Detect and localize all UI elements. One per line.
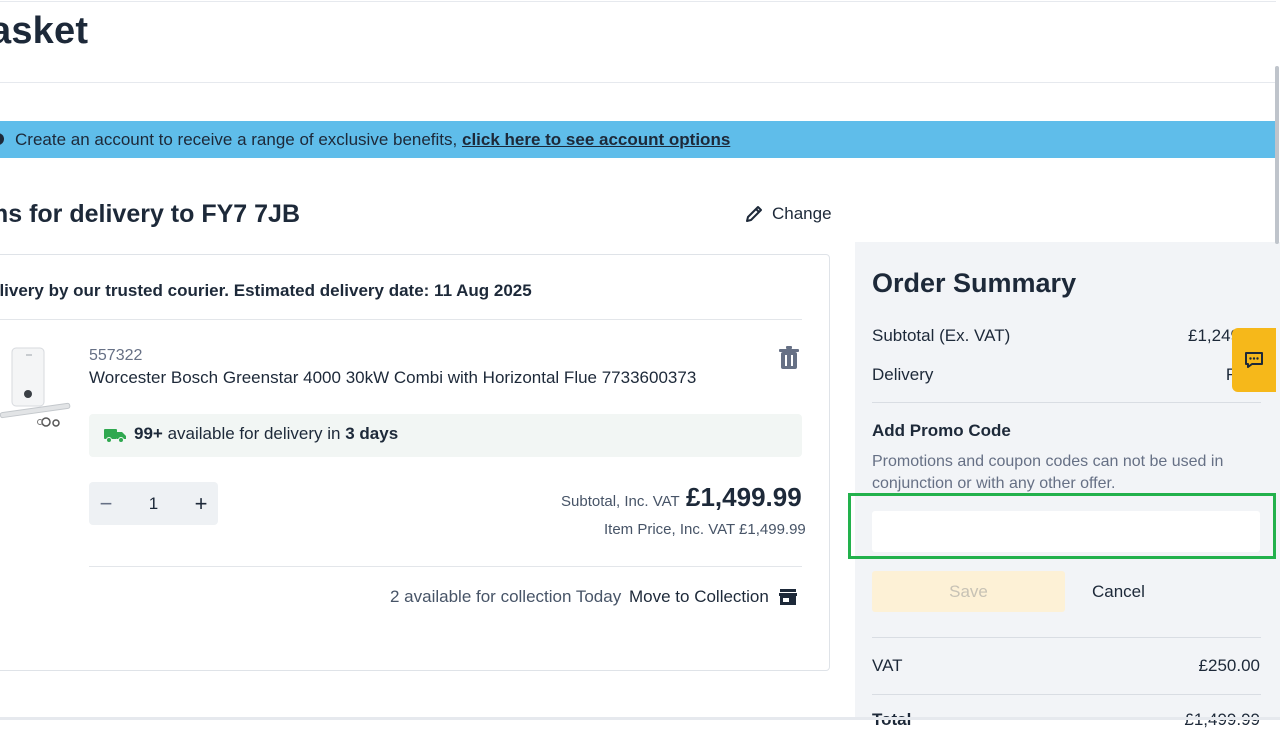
- card-divider: [0, 319, 802, 320]
- page-title: asket: [0, 10, 89, 52]
- change-postcode-button[interactable]: Change: [744, 204, 832, 224]
- summary-divider-3: [872, 694, 1261, 695]
- header-divider: [0, 82, 1276, 83]
- promo-input-highlight: [848, 493, 1276, 559]
- order-summary-title: Order Summary: [872, 268, 1077, 298]
- availability-text: 99+ available for delivery in 3 days: [134, 424, 398, 444]
- move-to-collection-label: Move to Collection: [629, 587, 769, 606]
- availability-count: 99+: [134, 424, 163, 443]
- delivery-section-title: ms for delivery to FY7 7JB: [0, 200, 301, 228]
- chat-icon: [1245, 352, 1263, 368]
- account-options-link[interactable]: click here to see account options: [462, 130, 730, 149]
- item-subtotal-value: £1,499.99: [686, 482, 802, 512]
- product-name[interactable]: Worcester Bosch Greenstar 4000 30kW Comb…: [89, 368, 696, 388]
- banner-message: Create an account to receive a range of …: [15, 130, 462, 149]
- summary-vat-value: £250.00: [1198, 656, 1260, 675]
- summary-vat-label: VAT: [872, 656, 903, 675]
- product-image: [0, 347, 71, 427]
- store-icon: [778, 589, 797, 605]
- trash-icon[interactable]: [778, 346, 800, 370]
- decrease-quantity-button[interactable]: −: [89, 491, 123, 517]
- increase-quantity-button[interactable]: +: [184, 491, 218, 517]
- availability-mid: available for delivery in: [162, 424, 346, 443]
- delivery-card: [0, 254, 830, 671]
- item-price: Item Price, Inc. VAT £1,499.99: [604, 521, 806, 538]
- quantity-value[interactable]: 1: [134, 494, 174, 514]
- move-to-collection-button[interactable]: Move to Collection: [629, 587, 797, 607]
- collection-availability: 2 available for collection Today: [390, 587, 622, 606]
- save-promo-button[interactable]: Save: [872, 571, 1065, 612]
- truck-icon: [104, 429, 126, 443]
- quantity-stepper: − 1 +: [89, 482, 218, 525]
- delivery-estimate: elivery by our trusted courier. Estimate…: [0, 281, 532, 300]
- banner-text: Create an account to receive a range of …: [15, 130, 730, 150]
- summary-total-value: £1,499.99: [1160, 710, 1260, 730]
- promo-code-title: Add Promo Code: [872, 421, 1011, 440]
- promo-code-description: Promotions and coupon codes can not be u…: [872, 453, 1224, 492]
- pencil-icon: [746, 206, 762, 222]
- collection-divider: [89, 566, 802, 567]
- summary-delivery-label: Delivery: [872, 365, 934, 384]
- scrollbar[interactable]: [1275, 66, 1279, 244]
- summary-total-label: Total: [872, 710, 911, 730]
- change-label: Change: [772, 204, 832, 223]
- availability-days: 3 days: [345, 424, 399, 443]
- summary-subtotal-value: £1,249: [1188, 326, 1240, 345]
- summary-subtotal-label: Subtotal (Ex. VAT): [872, 326, 1011, 345]
- summary-divider: [872, 402, 1261, 403]
- summary-divider-2: [872, 637, 1261, 638]
- cancel-promo-button[interactable]: Cancel: [1092, 582, 1145, 602]
- item-subtotal-label: Subtotal, Inc. VAT: [561, 493, 680, 510]
- chat-button[interactable]: [1232, 328, 1276, 392]
- product-sku: 557322: [89, 347, 143, 364]
- top-divider: [0, 1, 1276, 2]
- summary-delivery-value: Fl: [1160, 365, 1240, 385]
